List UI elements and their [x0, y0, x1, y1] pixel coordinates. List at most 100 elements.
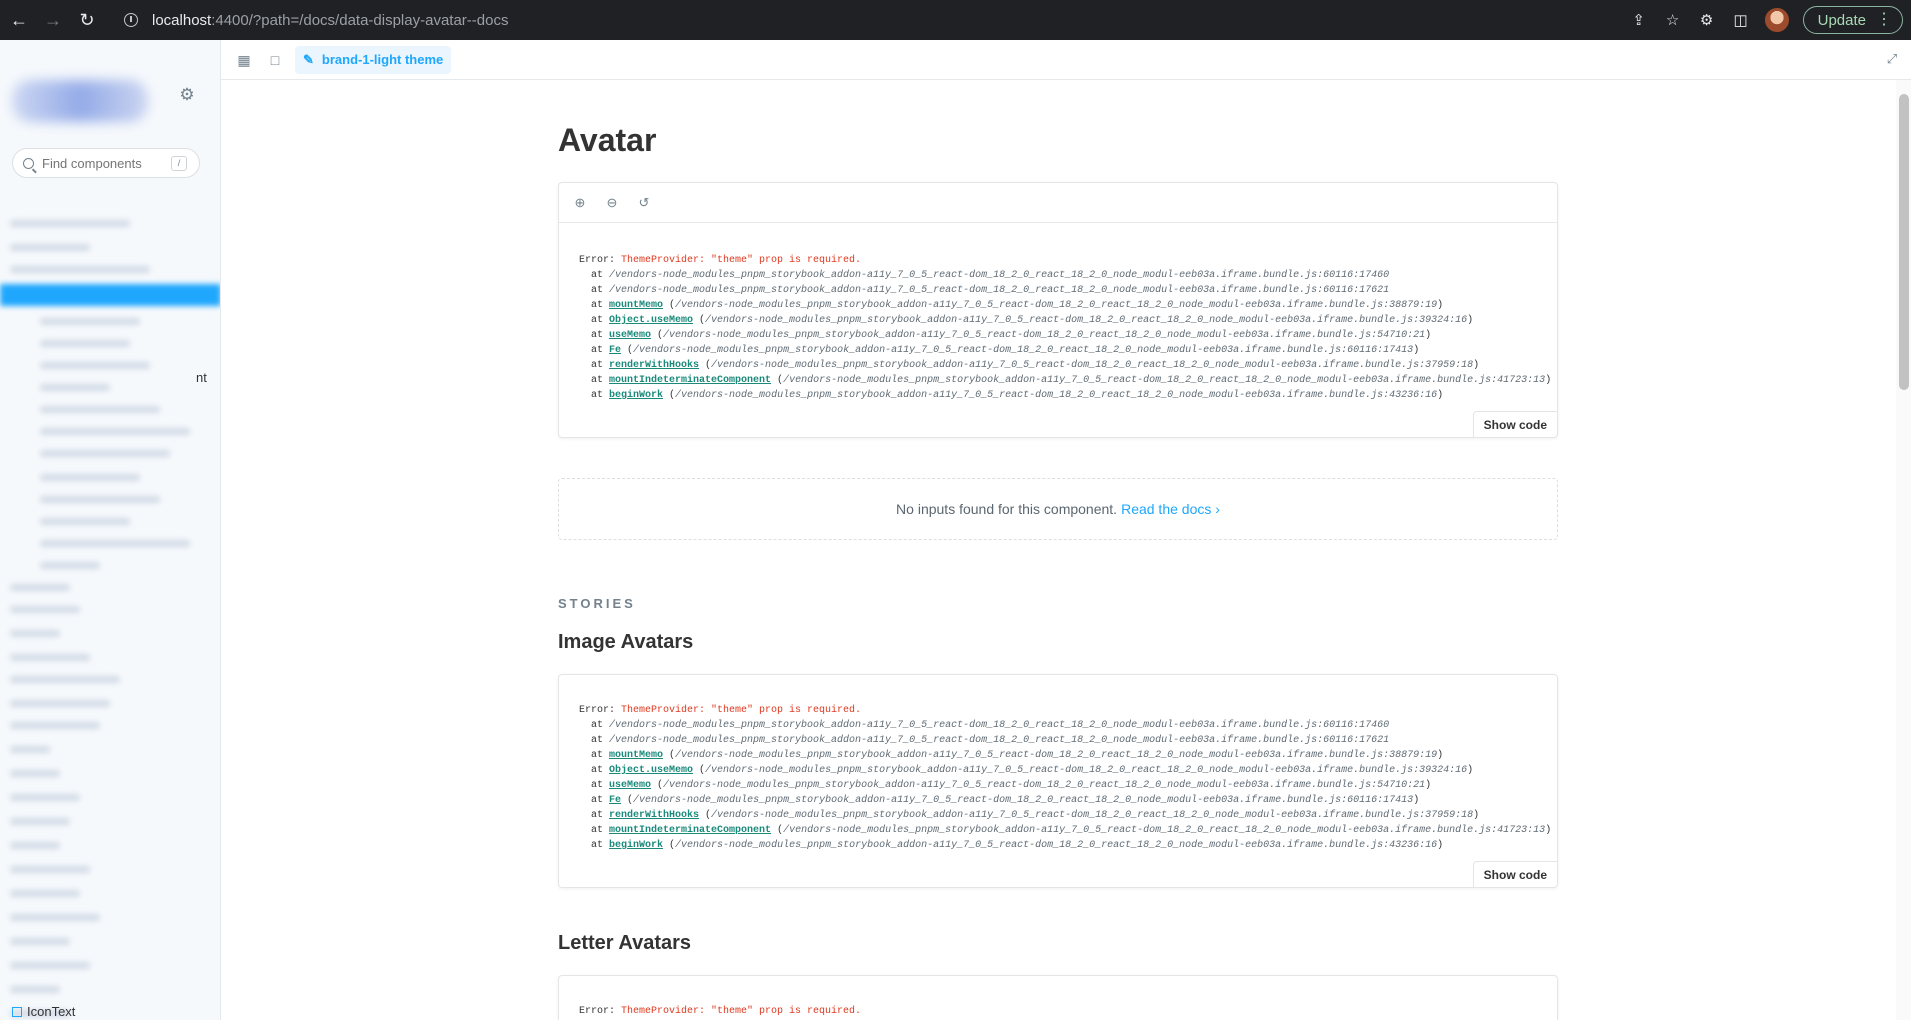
sidebar-item-icontext[interactable]: IconText — [12, 1004, 75, 1019]
read-docs-label: Read the docs — [1121, 501, 1212, 517]
stack-frame: at renderWithHooks (/vendors-node_module… — [579, 810, 1480, 821]
stack-frame-function[interactable]: mountIndeterminateComponent — [609, 375, 771, 386]
error-text: ThemeProvider: "theme" prop is required. — [621, 255, 862, 266]
stack-frame: at renderWithHooks (/vendors-node_module… — [579, 360, 1480, 371]
stack-frame-location: /vendors-node_modules_pnpm_storybook_add… — [711, 360, 1474, 371]
stack-frame-location: /vendors-node_modules_pnpm_storybook_add… — [609, 720, 1390, 731]
stack-frame-location: /vendors-node_modules_pnpm_storybook_add… — [675, 300, 1438, 311]
zoom-in-icon[interactable]: ⊕ — [573, 195, 587, 210]
brand-logo[interactable] — [12, 80, 148, 122]
primary-preview: ⊕ ⊖ ↺ Error: ThemeProvider: "theme" prop… — [558, 182, 1558, 438]
stack-frame-function[interactable]: Object.useMemo — [609, 315, 693, 326]
stack-frame: at Object.useMemo (/vendors-node_modules… — [579, 765, 1474, 776]
fullscreen-icon[interactable]: ⤢ — [1885, 52, 1899, 66]
docs-panel: Avatar ⊕ ⊖ ↺ Error: ThemeProvider: "them… — [221, 80, 1911, 1020]
read-docs-link[interactable]: Read the docs › — [1121, 501, 1220, 517]
stack-frame-location: /vendors-node_modules_pnpm_storybook_add… — [783, 825, 1546, 836]
tree-item-fragment[interactable]: nt — [196, 370, 207, 385]
stack-frame: at /vendors-node_modules_pnpm_storybook_… — [579, 270, 1390, 281]
sidebar: ⚙ / — [0, 40, 221, 1020]
star-icon[interactable]: ☆ — [1663, 11, 1683, 29]
story-preview: Error: ThemeProvider: "theme" prop is re… — [558, 975, 1558, 1020]
story-title: Image Avatars — [558, 631, 694, 653]
search-icon — [23, 157, 34, 169]
stack-frame: at Fe (/vendors-node_modules_pnpm_storyb… — [579, 345, 1420, 356]
share-icon[interactable]: ⇪ — [1629, 11, 1649, 29]
search-shortcut: / — [171, 156, 187, 171]
stack-frame: at useMemo (/vendors-node_modules_pnpm_s… — [579, 330, 1432, 341]
stack-frame-function[interactable]: mountIndeterminateComponent — [609, 825, 771, 836]
stack-frame-function[interactable]: beginWork — [609, 390, 663, 401]
selected-tree-item[interactable] — [0, 284, 220, 306]
url-host: localhost — [152, 11, 212, 29]
stack-frame-function[interactable]: useMemo — [609, 780, 651, 791]
error-stack: Error: ThemeProvider: "theme" prop is re… — [559, 675, 1557, 887]
stack-frame-location: /vendors-node_modules_pnpm_storybook_add… — [675, 750, 1438, 761]
stack-frame: at /vendors-node_modules_pnpm_storybook_… — [579, 720, 1390, 731]
stack-frame-location: /vendors-node_modules_pnpm_storybook_add… — [783, 375, 1546, 386]
stack-frame: at Object.useMemo (/vendors-node_modules… — [579, 315, 1474, 326]
zoom-out-icon[interactable]: ⊖ — [605, 195, 619, 210]
error-message: Error: ThemeProvider: "theme" prop is re… — [579, 1004, 1557, 1019]
side-panel-icon[interactable]: ◫ — [1731, 11, 1751, 29]
outline-icon[interactable]: □ — [267, 52, 283, 68]
forward-arrow-icon[interactable]: → — [38, 5, 68, 35]
show-code-button[interactable]: Show code — [1472, 411, 1557, 437]
storybook-toolbar: ▦ □ ✎ brand-1-light theme ⤢ — [221, 40, 1911, 80]
gear-icon[interactable]: ⚙ — [178, 86, 196, 104]
more-icon[interactable]: ⋮ — [1876, 12, 1892, 28]
theme-label: brand-1-light theme — [321, 52, 444, 67]
stack-frame-location: /vendors-node_modules_pnpm_storybook_add… — [633, 795, 1414, 806]
stack-frame: at mountMemo (/vendors-node_modules_pnpm… — [579, 750, 1444, 761]
component-tree — [0, 200, 220, 1020]
error-message: Error: ThemeProvider: "theme" prop is re… — [579, 253, 1557, 268]
show-code-button[interactable]: Show code — [1472, 861, 1557, 887]
error-message: Error: ThemeProvider: "theme" prop is re… — [579, 703, 1557, 718]
component-icon — [12, 1006, 22, 1017]
preview-toolbar: ⊕ ⊖ ↺ — [559, 183, 1557, 223]
error-prefix: Error: — [579, 705, 622, 716]
reload-icon[interactable]: ↻ — [72, 5, 102, 35]
scrollbar-thumb[interactable] — [1899, 94, 1909, 390]
scrollbar[interactable] — [1896, 80, 1911, 1020]
zoom-reset-icon[interactable]: ↺ — [637, 195, 651, 210]
stack-frame: at /vendors-node_modules_pnpm_storybook_… — [579, 735, 1390, 746]
avatar[interactable] — [1764, 8, 1789, 32]
stack-frame: at mountIndeterminateComponent (/vendors… — [579, 825, 1552, 836]
update-button[interactable]: Update ⋮ — [1802, 6, 1903, 34]
stack-frame-location: /vendors-node_modules_pnpm_storybook_add… — [663, 330, 1426, 341]
error-stack: Error: ThemeProvider: "theme" prop is re… — [559, 223, 1557, 437]
stack-frame-function[interactable]: mountMemo — [609, 300, 663, 311]
stack-frame-location: /vendors-node_modules_pnpm_storybook_add… — [609, 735, 1390, 746]
grid-icon[interactable]: ▦ — [236, 52, 252, 68]
stack-frame: at mountMemo (/vendors-node_modules_pnpm… — [579, 300, 1444, 311]
stack-frame-function[interactable]: beginWork — [609, 840, 663, 851]
stack-frame-location: /vendors-node_modules_pnpm_storybook_add… — [705, 765, 1468, 776]
puzzle-icon[interactable]: ⚙ — [1697, 11, 1717, 29]
error-text: ThemeProvider: "theme" prop is required. — [621, 1006, 862, 1017]
site-info-icon[interactable] — [124, 13, 138, 27]
stack-frame-function[interactable]: Fe — [609, 345, 621, 356]
stack-frame-location: /vendors-node_modules_pnpm_storybook_add… — [609, 270, 1390, 281]
stack-frame-function[interactable]: useMemo — [609, 330, 651, 341]
theme-button[interactable]: ✎ brand-1-light theme — [295, 45, 452, 74]
story-preview: Error: ThemeProvider: "theme" prop is re… — [558, 674, 1558, 888]
search-input[interactable] — [42, 155, 172, 171]
stack-frame-function[interactable]: renderWithHooks — [609, 360, 699, 371]
story-title: Letter Avatars — [558, 932, 692, 954]
update-label: Update — [1817, 11, 1866, 29]
stack-frame-function[interactable]: renderWithHooks — [609, 810, 699, 821]
chevron-right-icon: › — [1215, 501, 1220, 517]
stack-frame: at /vendors-node_modules_pnpm_storybook_… — [579, 285, 1390, 296]
stack-frame: at beginWork (/vendors-node_modules_pnpm… — [579, 390, 1444, 401]
stack-frame-function[interactable]: mountMemo — [609, 750, 663, 761]
stack-frame-location: /vendors-node_modules_pnpm_storybook_add… — [663, 780, 1426, 791]
stack-frame-function[interactable]: Fe — [609, 795, 621, 806]
back-arrow-icon[interactable]: ← — [4, 5, 34, 35]
stack-frame-function[interactable]: Object.useMemo — [609, 765, 693, 776]
error-stack: Error: ThemeProvider: "theme" prop is re… — [559, 976, 1557, 1020]
address-bar[interactable]: localhost:4400/?path=/docs/data-display-… — [124, 12, 508, 29]
search-box[interactable]: / — [12, 148, 200, 178]
error-text: ThemeProvider: "theme" prop is required. — [621, 705, 862, 716]
no-inputs-notice: No inputs found for this component. Read… — [558, 478, 1558, 540]
